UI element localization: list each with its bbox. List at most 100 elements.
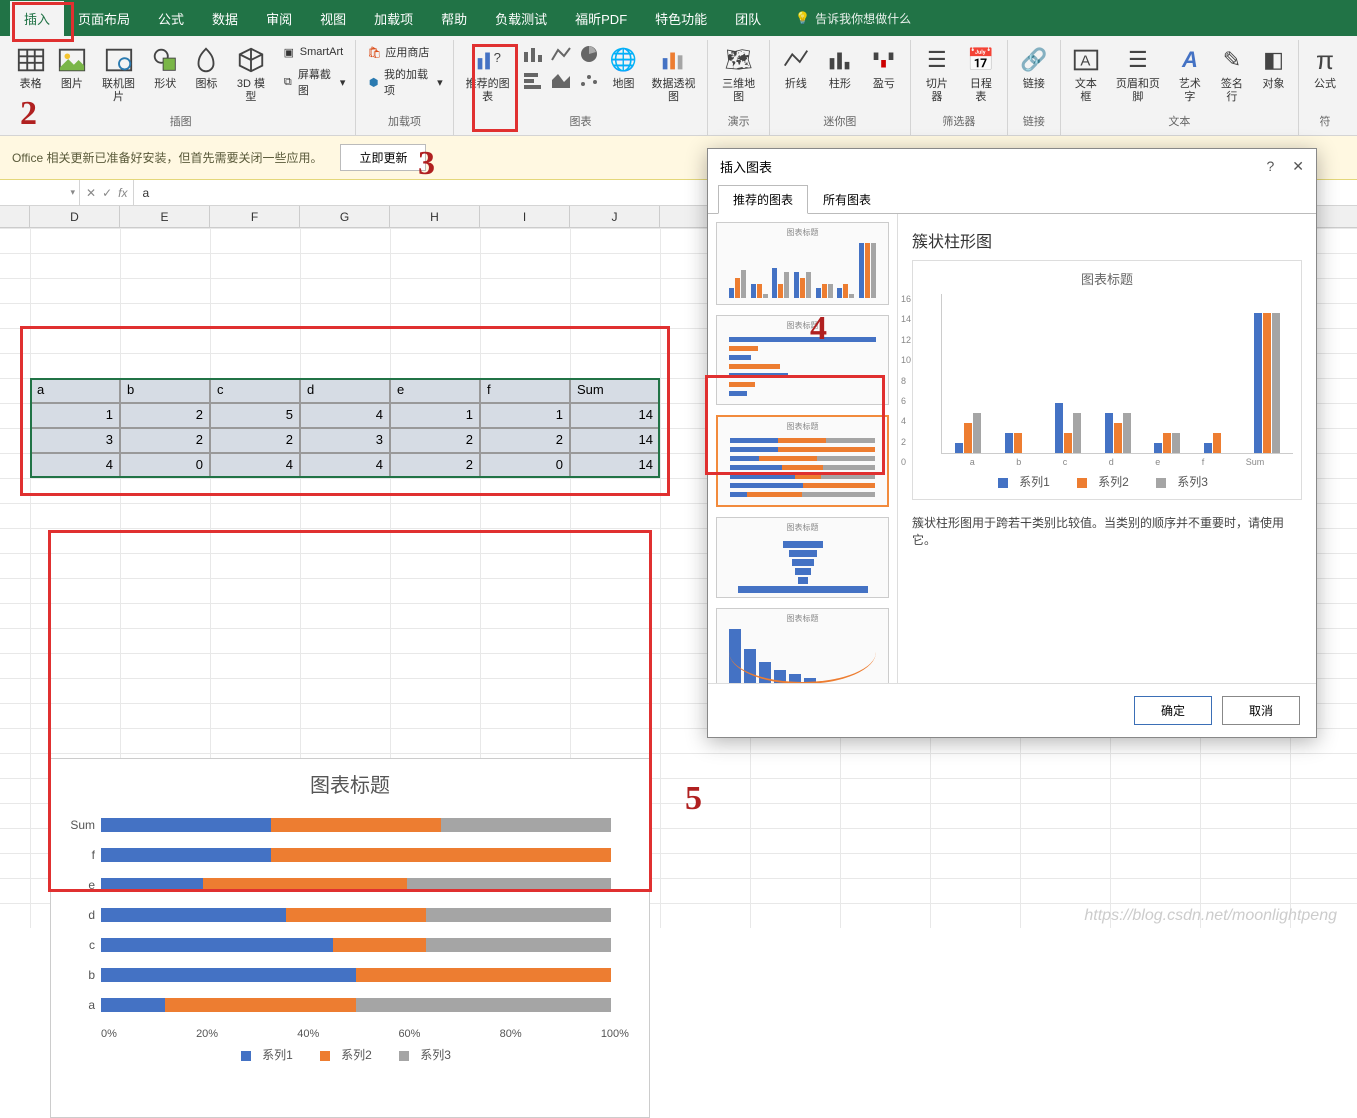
table-cell[interactable]: 14 <box>570 403 660 428</box>
globe-icon: 🌐 <box>608 44 640 76</box>
table-header[interactable]: c <box>210 378 300 403</box>
tab-insert[interactable]: 插入 <box>10 1 64 36</box>
col-header-i[interactable]: I <box>480 206 570 227</box>
table-cell[interactable]: 4 <box>30 453 120 478</box>
tab-foxit[interactable]: 福昕PDF <box>561 1 641 36</box>
recommended-charts-button[interactable]: ?推荐的图表 <box>460 42 516 105</box>
table-header[interactable]: Sum <box>570 378 660 403</box>
table-header[interactable]: a <box>30 378 120 403</box>
table-header[interactable]: d <box>300 378 390 403</box>
cancel-button[interactable]: 取消 <box>1222 696 1300 725</box>
name-box[interactable] <box>0 180 80 205</box>
chart-thumbnails[interactable]: 图表标题 图表标题 <box>708 214 898 683</box>
col-header-e[interactable]: E <box>120 206 210 227</box>
table-cell[interactable]: 2 <box>120 403 210 428</box>
fx-icon[interactable]: fx <box>118 186 127 200</box>
table-cell[interactable]: 3 <box>30 428 120 453</box>
col-header-f[interactable]: F <box>210 206 300 227</box>
table-cell[interactable]: 0 <box>120 453 210 478</box>
table-cell[interactable]: 1 <box>390 403 480 428</box>
table-header[interactable]: b <box>120 378 210 403</box>
equation-button[interactable]: π公式 <box>1305 42 1345 93</box>
col-header-j[interactable]: J <box>570 206 660 227</box>
scatter-chart-icon[interactable] <box>576 68 602 92</box>
table-cell[interactable]: 14 <box>570 453 660 478</box>
textbox-button[interactable]: A文本框 <box>1067 42 1105 105</box>
table-header[interactable]: f <box>480 378 570 403</box>
thumb-funnel[interactable]: 图表标题 <box>716 517 889 598</box>
table-cell[interactable]: 0 <box>480 453 570 478</box>
thumb-stacked-bar-100[interactable]: 图表标题 <box>716 415 889 507</box>
pivot-chart-button[interactable]: 数据透视图 <box>646 42 702 105</box>
shapes-button[interactable]: 形状 <box>147 42 184 93</box>
table-cell[interactable]: 4 <box>300 403 390 428</box>
col-header-g[interactable]: G <box>300 206 390 227</box>
tab-loadtest[interactable]: 负载测试 <box>481 1 561 36</box>
table-cell[interactable]: 4 <box>210 453 300 478</box>
ok-button[interactable]: 确定 <box>1134 696 1212 725</box>
my-addins-button[interactable]: ⬢我的加载项 ▾ <box>362 64 446 100</box>
table-cell[interactable]: 2 <box>120 428 210 453</box>
tab-addins[interactable]: 加载项 <box>360 1 427 36</box>
smartart-button[interactable]: ▣SmartArt <box>277 42 350 62</box>
wordart-button[interactable]: A艺术字 <box>1171 42 1209 105</box>
3d-map-button[interactable]: 🗺三维地图 <box>714 42 762 105</box>
data-range[interactable]: a b c d e f Sum 1 2 5 4 1 1 14 3 2 2 3 2… <box>30 378 660 478</box>
tab-all-charts[interactable]: 所有图表 <box>808 185 886 214</box>
table-cell[interactable]: 1 <box>30 403 120 428</box>
enter-formula-icon[interactable]: ✓ <box>102 186 112 200</box>
object-button[interactable]: ◧对象 <box>1255 42 1292 93</box>
app-store-button[interactable]: 🛍应用商店 <box>362 42 446 62</box>
bar-chart-icon[interactable] <box>520 68 546 92</box>
timeline-button[interactable]: 📅日程表 <box>961 42 1001 105</box>
table-cell[interactable]: 14 <box>570 428 660 453</box>
col-header-d[interactable]: D <box>30 206 120 227</box>
thumb-pareto[interactable]: 图表标题 <box>716 608 889 683</box>
table-cell[interactable]: 4 <box>300 453 390 478</box>
sparkline-line-button[interactable]: 折线 <box>776 42 816 93</box>
3d-models-button[interactable]: 3D 模型 <box>229 42 273 105</box>
table-cell[interactable]: 2 <box>210 428 300 453</box>
table-button[interactable]: 表格 <box>12 42 49 93</box>
area-chart-icon[interactable] <box>548 68 574 92</box>
table-header[interactable]: e <box>390 378 480 403</box>
icons-button[interactable]: 图标 <box>188 42 225 93</box>
tab-page-layout[interactable]: 页面布局 <box>64 1 144 36</box>
header-footer-button[interactable]: ☰页眉和页脚 <box>1109 42 1167 105</box>
cancel-formula-icon[interactable]: ✕ <box>86 186 96 200</box>
thumb-bar[interactable]: 图表标题 <box>716 315 889 405</box>
tab-special[interactable]: 特色功能 <box>641 1 721 36</box>
sparkline-column-button[interactable]: 柱形 <box>820 42 860 93</box>
pie-chart-icon[interactable] <box>576 42 602 66</box>
tab-team[interactable]: 团队 <box>721 1 775 36</box>
tell-me-search[interactable]: 💡 告诉我你想做什么 <box>795 10 911 27</box>
line-chart-icon[interactable] <box>548 42 574 66</box>
column-chart-icon[interactable] <box>520 42 546 66</box>
tab-review[interactable]: 审阅 <box>252 1 306 36</box>
update-now-button[interactable]: 立即更新 <box>340 144 426 171</box>
col-header-h[interactable]: H <box>390 206 480 227</box>
embedded-chart[interactable]: 图表标题 Sumfedcba 0% 20% 40% 60% 80% 100% 系… <box>50 758 650 1118</box>
table-cell[interactable]: 2 <box>390 453 480 478</box>
tab-data[interactable]: 数据 <box>198 1 252 36</box>
slicer-button[interactable]: ☰切片器 <box>917 42 957 105</box>
sparkline-winloss-button[interactable]: 盈亏 <box>864 42 904 93</box>
table-cell[interactable]: 1 <box>480 403 570 428</box>
link-button[interactable]: 🔗链接 <box>1014 42 1054 93</box>
pictures-button[interactable]: 图片 <box>53 42 90 93</box>
table-cell[interactable]: 3 <box>300 428 390 453</box>
dialog-close-icon[interactable]: ✕ <box>1292 158 1304 175</box>
tab-recommended-charts[interactable]: 推荐的图表 <box>718 185 808 214</box>
maps-button[interactable]: 🌐地图 <box>606 42 642 93</box>
signature-button[interactable]: ✎签名行 <box>1213 42 1251 105</box>
table-cell[interactable]: 2 <box>480 428 570 453</box>
dialog-help-icon[interactable]: ? <box>1266 158 1274 175</box>
table-cell[interactable]: 2 <box>390 428 480 453</box>
online-pictures-button[interactable]: 联机图片 <box>94 42 142 105</box>
thumb-clustered-column[interactable]: 图表标题 <box>716 222 889 305</box>
tab-formulas[interactable]: 公式 <box>144 1 198 36</box>
tab-help[interactable]: 帮助 <box>427 1 481 36</box>
table-cell[interactable]: 5 <box>210 403 300 428</box>
tab-view[interactable]: 视图 <box>306 1 360 36</box>
screenshot-button[interactable]: ⧉屏幕截图 ▾ <box>277 64 350 100</box>
